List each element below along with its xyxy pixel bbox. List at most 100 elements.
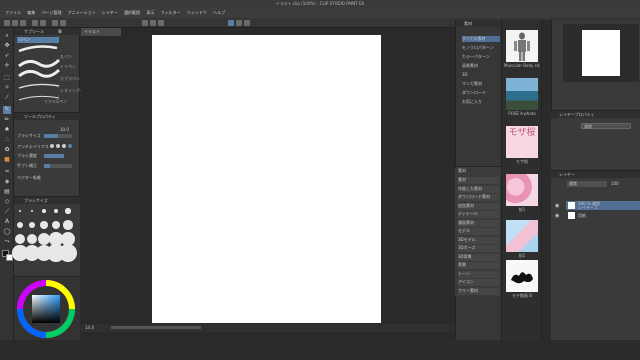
layer-row[interactable]: 100 % 通常 レイヤー 1 <box>566 201 640 210</box>
auto-select-icon[interactable]: ✧ <box>3 84 11 92</box>
move-icon[interactable]: ✥ <box>3 42 11 50</box>
fill-icon[interactable]: ◈ <box>3 178 11 186</box>
material-tree-item[interactable]: すべての素材 <box>462 36 500 42</box>
brush-stroke-previews[interactable] <box>17 44 77 104</box>
eyedropper-icon[interactable]: ⁄ <box>3 94 11 102</box>
blend-icon[interactable]: ≈ <box>3 168 11 176</box>
new-file-icon[interactable] <box>4 20 10 26</box>
selection-icon[interactable]: ⬚ <box>3 74 11 82</box>
size-preset-dot[interactable] <box>65 208 71 214</box>
balloon-icon[interactable]: ◯ <box>3 228 11 236</box>
material-tree2-item[interactable]: 3Dポーズ <box>458 245 499 252</box>
aa-mid-icon[interactable] <box>62 144 66 148</box>
material-tree-item[interactable]: お気に入り <box>462 99 500 105</box>
zoom-icon[interactable]: ⌕ <box>3 32 11 40</box>
eye-icon[interactable]: ◉ <box>555 213 561 219</box>
airbrush-icon[interactable]: ∴ <box>3 136 11 144</box>
pencil-icon[interactable]: ✏ <box>3 116 11 124</box>
canvas-paper[interactable] <box>152 35 381 323</box>
landscape-photo-icon[interactable] <box>506 78 538 110</box>
material-tree2-item[interactable]: 素材 <box>458 177 499 184</box>
material-tree2-item[interactable]: アイコン <box>458 279 499 286</box>
layer-opacity[interactable]: 100 <box>611 181 619 186</box>
tab-pen[interactable]: 筆 <box>58 29 62 34</box>
material-tree-item[interactable]: モノクロパターン <box>462 45 500 51</box>
invert-selection-icon[interactable] <box>150 20 156 26</box>
eraser-icon[interactable]: ■ <box>3 156 11 164</box>
zoom-level[interactable]: 14.4 <box>85 325 94 330</box>
size-preset-dot[interactable] <box>38 233 50 245</box>
material-tree2-item[interactable]: 追加素材 <box>458 202 499 210</box>
menu-select[interactable]: 選択範囲 <box>124 10 140 15</box>
material-tree2-item[interactable]: トーン <box>458 270 499 278</box>
snap-ruler-icon[interactable] <box>228 20 234 26</box>
menu-filter[interactable]: フィルター <box>161 10 181 15</box>
brush-item-g-pen[interactable]: Gペン <box>17 37 59 43</box>
brush-label[interactable]: リアルGペン <box>44 99 67 104</box>
save-icon[interactable] <box>20 20 26 26</box>
aa-strong-icon[interactable] <box>68 144 72 148</box>
material-tree2-item[interactable]: 漫画素材 <box>458 219 499 227</box>
zoom-slider[interactable] <box>111 326 201 329</box>
text-icon[interactable]: A <box>3 218 11 226</box>
menu-help[interactable]: ヘルプ <box>213 10 225 15</box>
size-preset-dot[interactable] <box>40 221 48 229</box>
size-preset-dot[interactable] <box>63 220 73 230</box>
material-tree-item[interactable]: ダウンロード <box>462 90 500 96</box>
size-preset-dot[interactable] <box>42 209 46 213</box>
ruler-icon[interactable]: ⟋ <box>3 208 11 216</box>
brush-label[interactable]: ミリペン <box>60 64 76 69</box>
cherry-blossom-text-icon[interactable]: モザ桜 <box>506 126 538 158</box>
redo-icon[interactable] <box>40 20 46 26</box>
size-preset-dot[interactable] <box>26 233 38 245</box>
density-slider[interactable] <box>44 154 64 158</box>
menu-page[interactable]: ページ管理 <box>42 10 62 15</box>
size-preset-dot[interactable] <box>30 209 34 213</box>
aa-weak-icon[interactable] <box>56 144 60 148</box>
figure-icon[interactable]: ◇ <box>3 198 11 206</box>
material-tree2-item[interactable]: モデル <box>458 228 499 235</box>
document-tab[interactable]: イラスト <box>81 28 121 36</box>
snap-guide-icon[interactable] <box>244 20 250 26</box>
decoration-icon[interactable]: ✿ <box>3 146 11 154</box>
material-tree2-item[interactable]: ディテール <box>458 211 499 218</box>
gradient-icon[interactable]: ▤ <box>3 188 11 196</box>
size-preset-dot[interactable] <box>51 220 61 230</box>
tab-sub-tool[interactable]: サブツール <box>24 29 44 34</box>
menu-edit[interactable]: 編集 <box>27 10 35 15</box>
color-wheel[interactable] <box>16 279 76 339</box>
menu-window[interactable]: ウィンドウ <box>187 10 207 15</box>
material-tree2-item[interactable]: フリー素材 <box>458 287 499 295</box>
move-layer-icon[interactable]: ✛ <box>3 62 11 70</box>
anatomy-figure-icon[interactable] <box>506 30 538 62</box>
operation-icon[interactable]: ➶ <box>3 52 11 60</box>
cherry-blossom-sky-icon[interactable] <box>506 220 538 252</box>
snap-grid-icon[interactable] <box>236 20 242 26</box>
size-preset-dot[interactable] <box>17 222 23 228</box>
menu-animation[interactable]: アニメーション <box>68 10 96 15</box>
menu-layer[interactable]: レイヤー <box>102 10 118 15</box>
pen-icon[interactable]: ✎ <box>3 106 11 114</box>
size-preset-dot[interactable] <box>28 221 36 229</box>
size-preset-dot[interactable] <box>15 234 25 244</box>
brush-label[interactable]: 丸ペン <box>60 54 72 59</box>
brush-label[interactable]: カブラペン <box>60 76 80 81</box>
material-tree2-item[interactable]: ダウンロード素材 <box>458 194 499 201</box>
expand-selection-icon[interactable] <box>158 20 164 26</box>
menu-file[interactable]: ファイル <box>5 10 21 15</box>
stabilization-slider[interactable] <box>44 164 72 168</box>
ink-blot-icon[interactable] <box>506 260 538 292</box>
navigator-preview[interactable] <box>582 30 620 76</box>
undo-icon[interactable] <box>32 20 38 26</box>
size-preset-dot[interactable] <box>19 210 21 212</box>
material-tree2-item[interactable]: 背景 <box>458 262 499 269</box>
layer-blend-select[interactable]: 通常 <box>567 181 607 187</box>
material-tree2-item[interactable]: 作画した素材 <box>458 185 499 193</box>
material-tree-item[interactable]: 画像素材 <box>462 63 500 69</box>
material-tree-item[interactable]: カラーパターン <box>462 54 500 60</box>
correct-line-icon[interactable]: ⤳ <box>3 238 11 246</box>
material-tree-item[interactable]: マンガ素材 <box>462 81 500 87</box>
menu-view[interactable]: 表示 <box>146 10 154 15</box>
transform-icon[interactable] <box>60 20 66 26</box>
deselect-icon[interactable] <box>142 20 148 26</box>
